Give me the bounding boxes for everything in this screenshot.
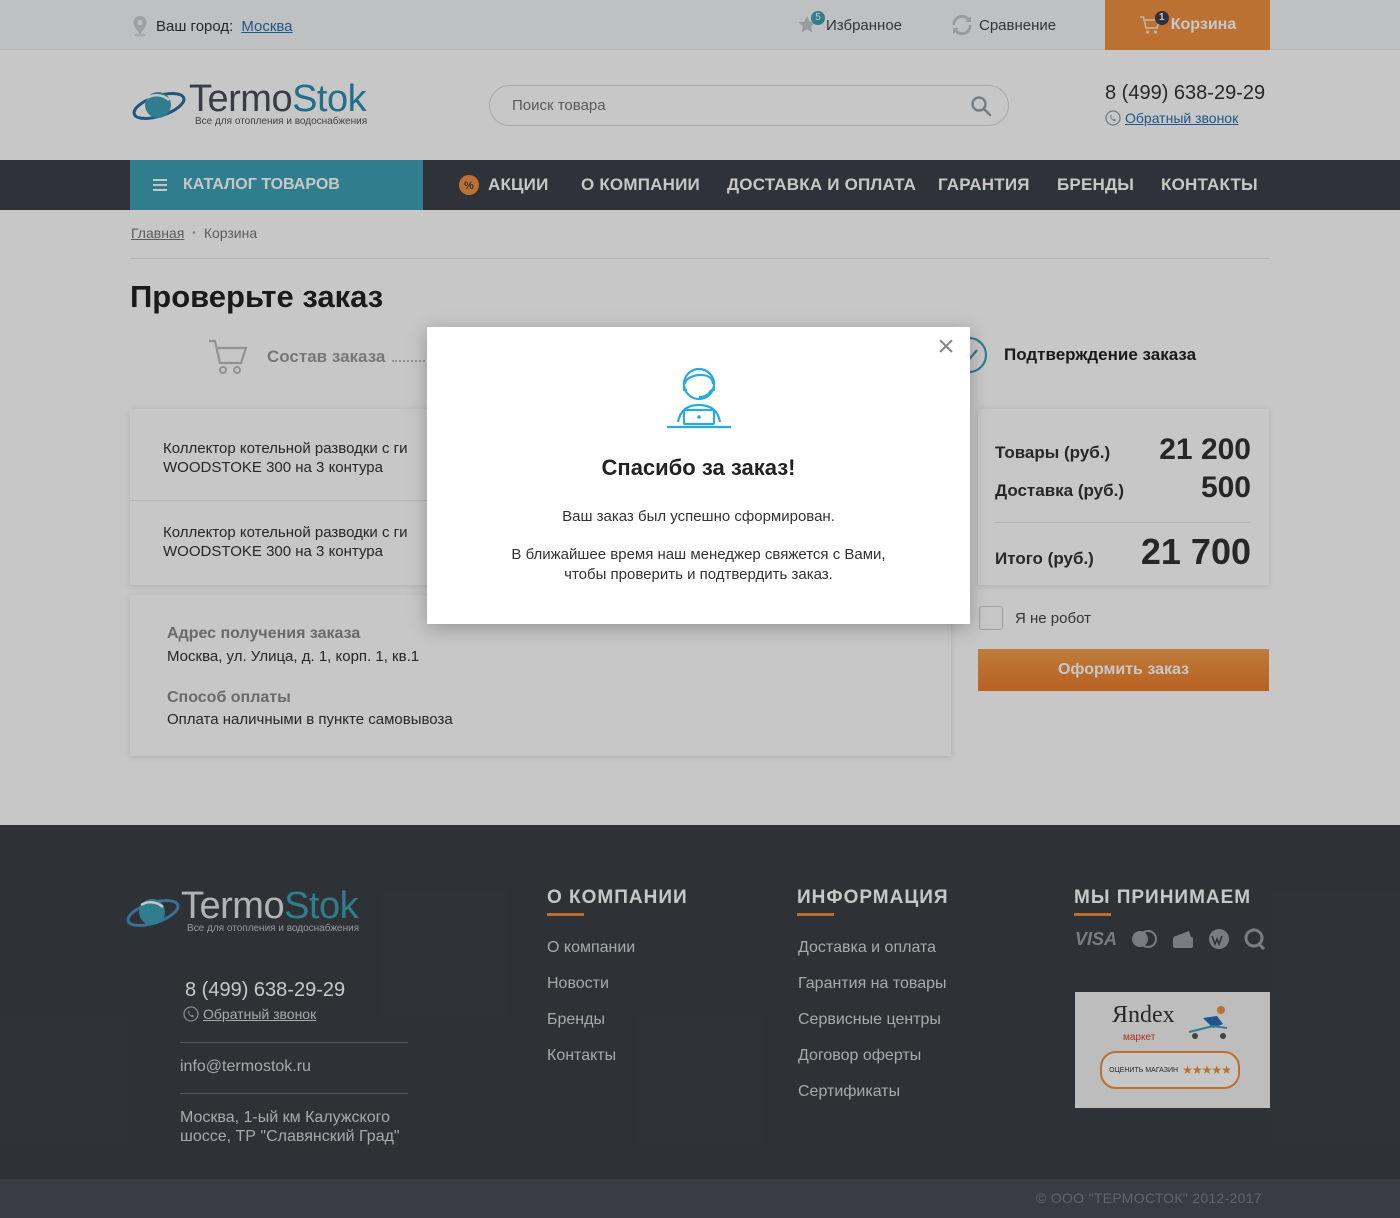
thank-you-modal: × Спасибо за заказ! Ваш заказ был успешн… (427, 327, 970, 624)
modal-text: чтобы проверить и подтвердить заказ. (564, 566, 833, 583)
modal-title: Спасибо за заказ! (601, 455, 796, 480)
operator-icon (667, 367, 731, 429)
modal-text: В ближайшее время наш менеджер свяжется … (511, 546, 886, 563)
modal-text: Ваш заказ был успешно сформирован. (562, 508, 835, 525)
close-icon[interactable]: × (934, 332, 958, 362)
